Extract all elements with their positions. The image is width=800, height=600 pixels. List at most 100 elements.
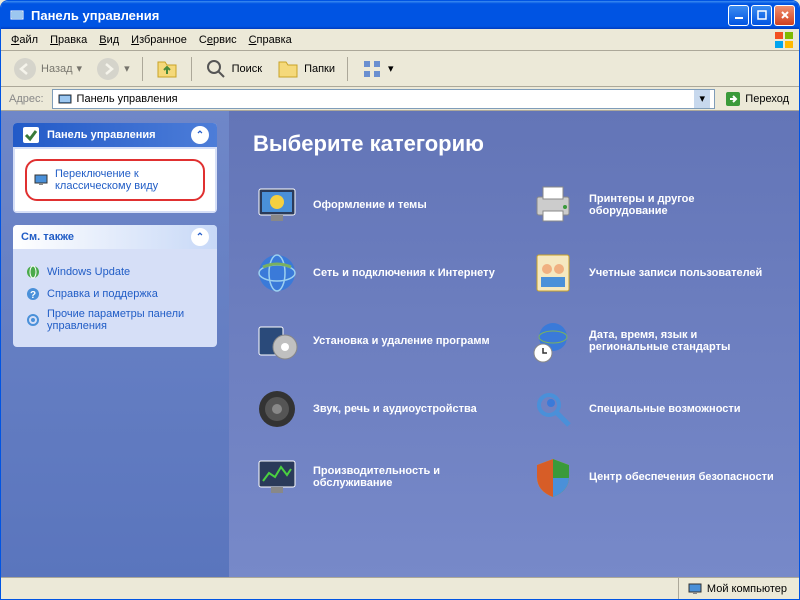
accessibility-icon	[529, 385, 577, 433]
address-input-wrapper[interactable]: ▾	[52, 89, 716, 109]
views-button[interactable]: ▾	[354, 54, 400, 84]
category-label: Звук, речь и аудиоустройства	[313, 403, 477, 415]
menu-file[interactable]: Файл	[5, 32, 44, 48]
category-accessibility[interactable]: Специальные возможности	[529, 385, 775, 433]
sidebar: Панель управления ⌃ Переключение к класс…	[1, 111, 229, 577]
control-panel-icon	[9, 7, 25, 23]
dropdown-icon: ▾	[124, 62, 130, 75]
separator	[347, 57, 348, 81]
users-icon	[529, 249, 577, 297]
category-sound[interactable]: Звук, речь и аудиоустройства	[253, 385, 499, 433]
category-label: Принтеры и другое оборудование	[589, 193, 775, 217]
collapse-icon[interactable]: ⌃	[191, 228, 209, 246]
help-support-link[interactable]: ? Справка и поддержка	[25, 283, 205, 305]
search-label: Поиск	[232, 63, 262, 75]
address-dropdown-button[interactable]: ▾	[694, 90, 710, 108]
minimize-button[interactable]	[728, 5, 749, 26]
search-icon	[204, 57, 228, 81]
panel-control-header[interactable]: Панель управления ⌃	[13, 123, 217, 147]
control-panel-icon	[57, 91, 73, 107]
back-icon	[13, 57, 37, 81]
panel-seealso-body: Windows Update ? Справка и поддержка Про…	[15, 251, 215, 345]
switch-classic-view-link[interactable]: Переключение к классическому виду	[33, 165, 197, 195]
collapse-icon[interactable]: ⌃	[191, 126, 209, 144]
monitor-icon	[33, 172, 49, 188]
statusbar: Мой компьютер	[1, 577, 799, 599]
window: Панель управления Файл Правка Вид Избран…	[0, 0, 800, 600]
panel-seealso-header[interactable]: См. также ⌃	[13, 225, 217, 249]
category-label: Центр обеспечения безопасности	[589, 471, 774, 483]
computer-icon	[687, 581, 703, 597]
other-options-link[interactable]: Прочие параметры панели управления	[25, 305, 205, 335]
help-icon: ?	[25, 286, 41, 302]
dropdown-icon: ▾	[388, 62, 394, 75]
status-location: Мой компьютер	[678, 578, 787, 599]
category-printers[interactable]: Принтеры и другое оборудование	[529, 181, 775, 229]
date-time-icon	[529, 317, 577, 365]
main-panel: Выберите категорию Оформление и темы При…	[229, 111, 799, 577]
performance-icon	[253, 453, 301, 501]
content-area: Панель управления ⌃ Переключение к класс…	[1, 111, 799, 577]
windows-update-link[interactable]: Windows Update	[25, 261, 205, 283]
panel-control-body: Переключение к классическому виду	[15, 149, 215, 211]
go-button[interactable]: Переход	[719, 89, 795, 109]
views-icon	[360, 57, 384, 81]
category-grid: Оформление и темы Принтеры и другое обор…	[253, 181, 775, 501]
category-label: Оформление и темы	[313, 199, 427, 211]
up-button[interactable]	[149, 54, 185, 84]
category-appearance[interactable]: Оформление и темы	[253, 181, 499, 229]
menu-edit[interactable]: Правка	[44, 32, 93, 48]
appearance-icon	[253, 181, 301, 229]
menu-view[interactable]: Вид	[93, 32, 125, 48]
forward-icon	[96, 57, 120, 81]
separator	[191, 57, 192, 81]
go-icon	[725, 91, 741, 107]
category-date-time[interactable]: Дата, время, язык и региональные стандар…	[529, 317, 775, 365]
category-network[interactable]: Сеть и подключения к Интернету	[253, 249, 499, 297]
panel-control-title: Панель управления	[47, 129, 156, 141]
folders-icon	[276, 57, 300, 81]
category-label: Сеть и подключения к Интернету	[313, 267, 495, 279]
window-title: Панель управления	[29, 8, 728, 23]
link-label: Справка и поддержка	[47, 288, 158, 300]
titlebar: Панель управления	[1, 1, 799, 29]
category-label: Учетные записи пользователей	[589, 267, 762, 279]
category-security[interactable]: Центр обеспечения безопасности	[529, 453, 775, 501]
windows-logo-icon	[775, 32, 795, 48]
highlight-box: Переключение к классическому виду	[25, 159, 205, 201]
dropdown-icon: ▾	[77, 62, 83, 75]
switch-view-label: Переключение к классическому виду	[55, 168, 197, 192]
address-input[interactable]	[77, 93, 691, 105]
checkmark-icon	[21, 125, 41, 145]
menu-help[interactable]: Справка	[243, 32, 298, 48]
addressbar: Адрес: ▾ Переход	[1, 87, 799, 111]
panel-control: Панель управления ⌃ Переключение к класс…	[13, 123, 217, 213]
status-text: Мой компьютер	[707, 583, 787, 595]
go-label: Переход	[745, 93, 789, 105]
folders-button[interactable]: Папки	[270, 54, 341, 84]
search-button[interactable]: Поиск	[198, 54, 268, 84]
network-icon	[253, 249, 301, 297]
category-add-remove[interactable]: Установка и удаление программ	[253, 317, 499, 365]
maximize-button[interactable]	[751, 5, 772, 26]
add-remove-icon	[253, 317, 301, 365]
svg-text:?: ?	[30, 290, 36, 301]
link-label: Windows Update	[47, 266, 130, 278]
category-performance[interactable]: Производительность и обслуживание	[253, 453, 499, 501]
menu-favorites[interactable]: Избранное	[125, 32, 193, 48]
sound-icon	[253, 385, 301, 433]
forward-button[interactable]: ▾	[90, 54, 136, 84]
printers-icon	[529, 181, 577, 229]
menu-tools[interactable]: Сервис	[193, 32, 243, 48]
panel-seealso-title: См. также	[21, 231, 74, 243]
category-users[interactable]: Учетные записи пользователей	[529, 249, 775, 297]
main-heading: Выберите категорию	[253, 131, 775, 157]
panel-seealso: См. также ⌃ Windows Update ? Справка и п…	[13, 225, 217, 347]
address-label: Адрес:	[5, 93, 48, 105]
close-button[interactable]	[774, 5, 795, 26]
back-label: Назад	[41, 63, 73, 75]
category-label: Дата, время, язык и региональные стандар…	[589, 329, 775, 353]
toolbar: Назад ▾ ▾ Поиск Папки ▾	[1, 51, 799, 87]
separator	[142, 57, 143, 81]
back-button[interactable]: Назад ▾	[7, 54, 88, 84]
